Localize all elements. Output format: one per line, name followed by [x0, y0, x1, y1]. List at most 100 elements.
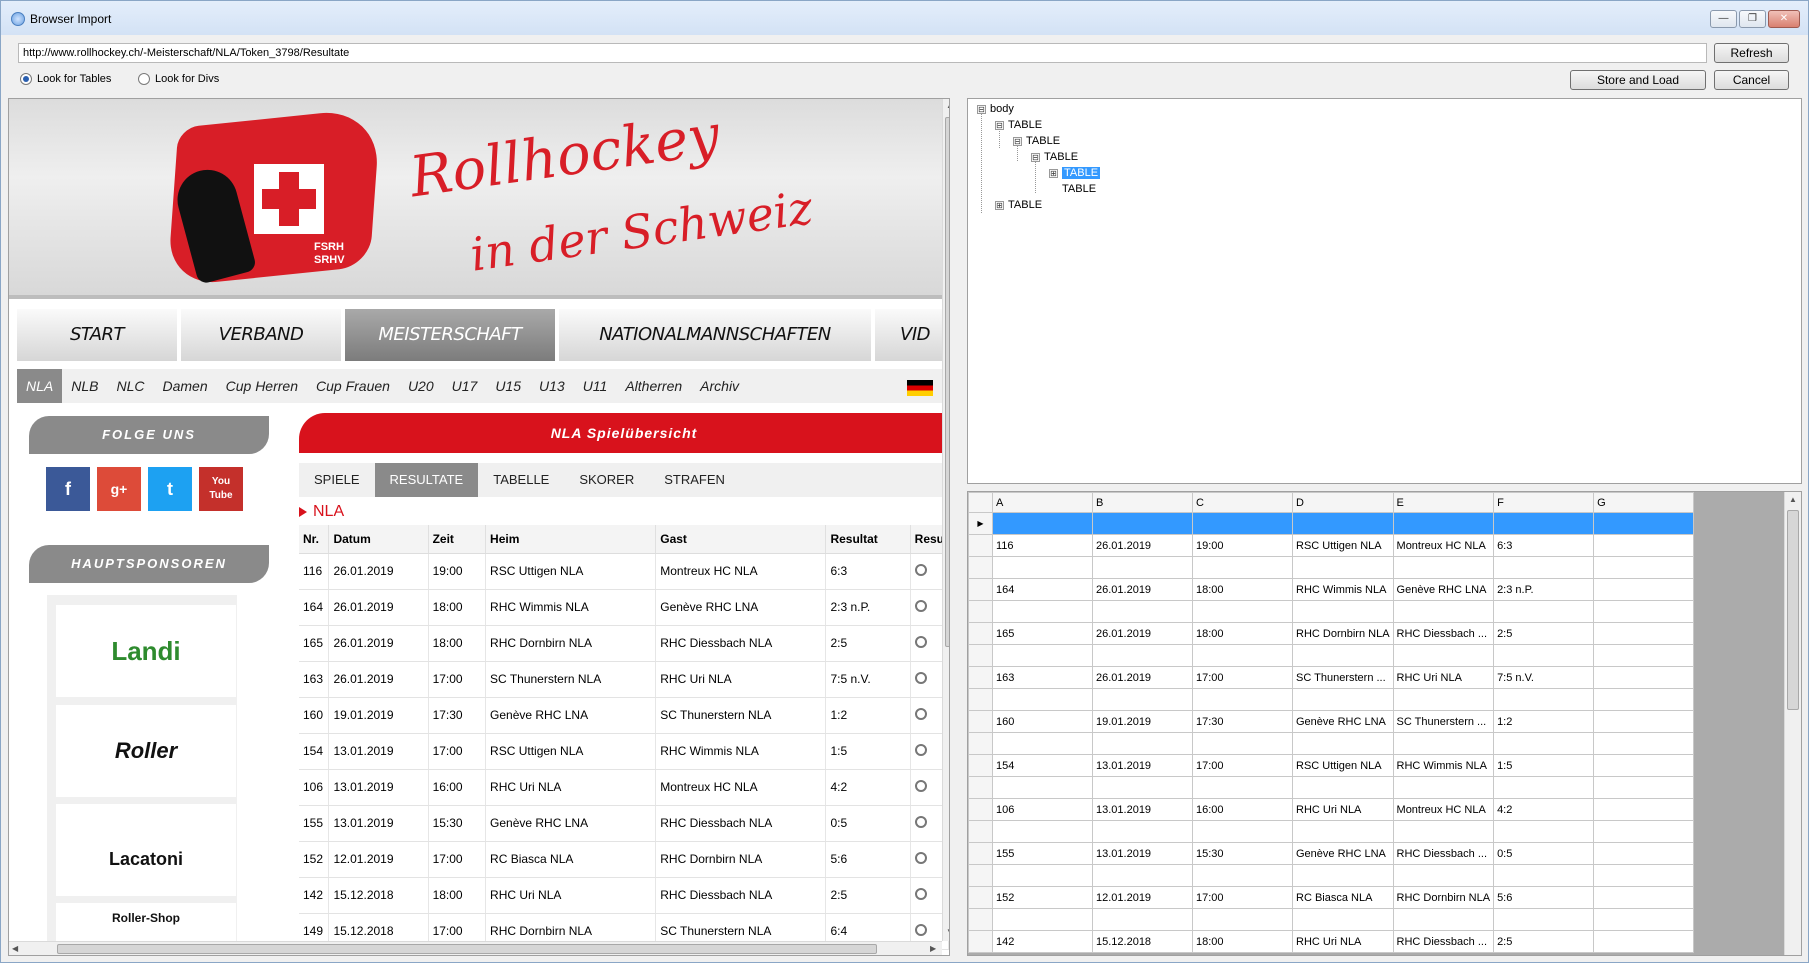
grid-cell[interactable] [1493, 864, 1595, 887]
tree-node-body[interactable]: ⊟ body [977, 101, 1014, 117]
grid-cell[interactable]: 155 [992, 842, 1093, 865]
grid-cell[interactable] [1593, 776, 1695, 799]
grid-col-f[interactable]: F [1493, 492, 1595, 513]
grid-cell[interactable]: 6:3 [1493, 534, 1595, 557]
url-input[interactable]: http://www.rollhockey.ch/-Meisterschaft/… [18, 43, 1707, 63]
grid-cell[interactable] [992, 688, 1093, 711]
grid-cell[interactable] [992, 820, 1093, 843]
subnav-cup-frauen[interactable]: Cup Frauen [307, 369, 399, 403]
grid-row[interactable]: 142 15.12.2018 18:00 RHC Uri NLA RHC Diessba… [968, 930, 1695, 953]
grid-row[interactable]: 154 13.01.2019 17:00 RSC Uttigen NLA RHC Wim… [968, 754, 1695, 777]
grid-row-header[interactable] [968, 622, 993, 645]
grid-row[interactable] [968, 908, 1695, 931]
grid-cell[interactable]: 15.12.2018 [1092, 930, 1193, 953]
embedded-browser[interactable]: FSRH SRHV Rollhockey in der Schweiz START… [8, 98, 950, 956]
grid-row-header[interactable] [968, 644, 993, 667]
grid-cell[interactable] [1392, 644, 1495, 667]
grid-cell[interactable]: Genève RHC LNA [1292, 842, 1394, 865]
magnifier-icon[interactable] [914, 887, 927, 900]
german-flag-icon[interactable] [907, 380, 933, 396]
grid-cell[interactable] [1292, 644, 1394, 667]
grid-col-a[interactable]: A [992, 492, 1093, 513]
grid-cell[interactable] [1392, 776, 1495, 799]
grid-cell[interactable]: RHC Dornbirn NLA [1392, 886, 1495, 909]
preview-data-grid[interactable]: A B C D E F G ▶ 116 26.01.2019 19:00 RSC Utt… [967, 491, 1802, 956]
tree-node-table[interactable]: ⊟ TABLE [995, 117, 1042, 133]
grid-cell[interactable] [1092, 820, 1193, 843]
grid-cell[interactable]: 16:00 [1192, 798, 1293, 821]
scroll-right-icon[interactable]: ▶ [930, 944, 936, 953]
grid-cell[interactable] [1092, 556, 1193, 579]
grid-cell[interactable] [1593, 600, 1695, 623]
tab-resultate[interactable]: RESULTATE [374, 463, 479, 497]
grid-cell[interactable]: 152 [992, 886, 1093, 909]
grid-cell[interactable] [1292, 512, 1394, 535]
grid-cell[interactable]: RHC Diessbach ... [1392, 622, 1495, 645]
magnifier-icon[interactable] [914, 635, 927, 648]
grid-cell[interactable] [1392, 556, 1495, 579]
grid-row[interactable] [968, 688, 1695, 711]
grid-cell[interactable]: 26.01.2019 [1092, 534, 1193, 557]
facebook-icon[interactable]: f [46, 467, 90, 511]
expand-icon[interactable]: ⊞ [995, 200, 1004, 210]
grid-cell[interactable] [1593, 930, 1695, 953]
magnifier-icon[interactable] [914, 815, 927, 828]
grid-cell[interactable] [1292, 688, 1394, 711]
grid-cell[interactable] [1292, 776, 1394, 799]
magnifier-icon[interactable] [914, 743, 927, 756]
grid-cell[interactable]: 26.01.2019 [1092, 622, 1193, 645]
grid-cell[interactable] [1593, 688, 1695, 711]
grid-cell[interactable] [1593, 754, 1695, 777]
subnav-damen[interactable]: Damen [153, 369, 216, 403]
tree-node-table[interactable]: TABLE [1062, 181, 1096, 197]
grid-row-header[interactable]: ▶ [968, 512, 993, 535]
grid-row-header[interactable] [968, 600, 993, 623]
grid-cell[interactable] [1493, 776, 1595, 799]
grid-row[interactable] [968, 776, 1695, 799]
grid-cell[interactable] [992, 732, 1093, 755]
grid-cell[interactable]: RSC Uttigen NLA [1292, 534, 1394, 557]
grid-cell[interactable] [992, 644, 1093, 667]
grid-cell[interactable]: RHC Wimmis NLA [1392, 754, 1495, 777]
grid-cell[interactable]: Montreux HC NLA [1392, 798, 1495, 821]
magnifier-icon[interactable] [914, 671, 927, 684]
grid-cell[interactable]: Genève RHC LNA [1392, 578, 1495, 601]
grid-cell[interactable]: RHC Uri NLA [1392, 666, 1495, 689]
grid-col-e[interactable]: E [1392, 492, 1495, 513]
grid-cell[interactable] [1192, 644, 1293, 667]
grid-row-header[interactable] [968, 710, 993, 733]
sponsor-lacatoni-logo[interactable]: Lacatoni [56, 804, 236, 896]
grid-cell[interactable]: 1:5 [1493, 754, 1595, 777]
grid-cell[interactable]: Genève RHC LNA [1292, 710, 1394, 733]
grid-vertical-scrollbar[interactable]: ▲ [1784, 492, 1801, 955]
grid-cell[interactable] [1392, 820, 1495, 843]
grid-row[interactable] [968, 820, 1695, 843]
grid-cell[interactable] [1192, 864, 1293, 887]
scroll-up-icon[interactable]: ▲ [946, 101, 949, 110]
grid-row-header[interactable] [968, 666, 993, 689]
grid-cell[interactable] [1292, 600, 1394, 623]
grid-cell[interactable]: SC Thunerstern ... [1392, 710, 1495, 733]
tab-tabelle[interactable]: TABELLE [478, 463, 564, 497]
grid-cell[interactable] [1192, 600, 1293, 623]
grid-cell[interactable]: 1:2 [1493, 710, 1595, 733]
nav-verband[interactable]: VERBAND [181, 309, 341, 361]
grid-row-header[interactable] [968, 842, 993, 865]
grid-scroll-thumb[interactable] [1787, 510, 1799, 710]
grid-cell[interactable] [1192, 512, 1293, 535]
grid-cell[interactable] [1593, 534, 1695, 557]
grid-row-header[interactable] [968, 930, 993, 953]
grid-cell[interactable] [992, 908, 1093, 931]
grid-row-header[interactable] [968, 908, 993, 931]
grid-row[interactable]: 160 19.01.2019 17:30 Genève RHC LNA SC Thune… [968, 710, 1695, 733]
scroll-thumb[interactable] [945, 117, 949, 647]
grid-row-header[interactable] [968, 754, 993, 777]
grid-cell[interactable] [992, 864, 1093, 887]
grid-cell[interactable]: Montreux HC NLA [1392, 534, 1495, 557]
google-plus-icon[interactable]: g+ [97, 467, 141, 511]
grid-cell[interactable]: 26.01.2019 [1092, 666, 1193, 689]
grid-cell[interactable]: RHC Diessbach ... [1392, 842, 1495, 865]
grid-cell[interactable] [1593, 908, 1695, 931]
grid-cell[interactable]: 18:00 [1192, 578, 1293, 601]
grid-cell[interactable]: 165 [992, 622, 1093, 645]
